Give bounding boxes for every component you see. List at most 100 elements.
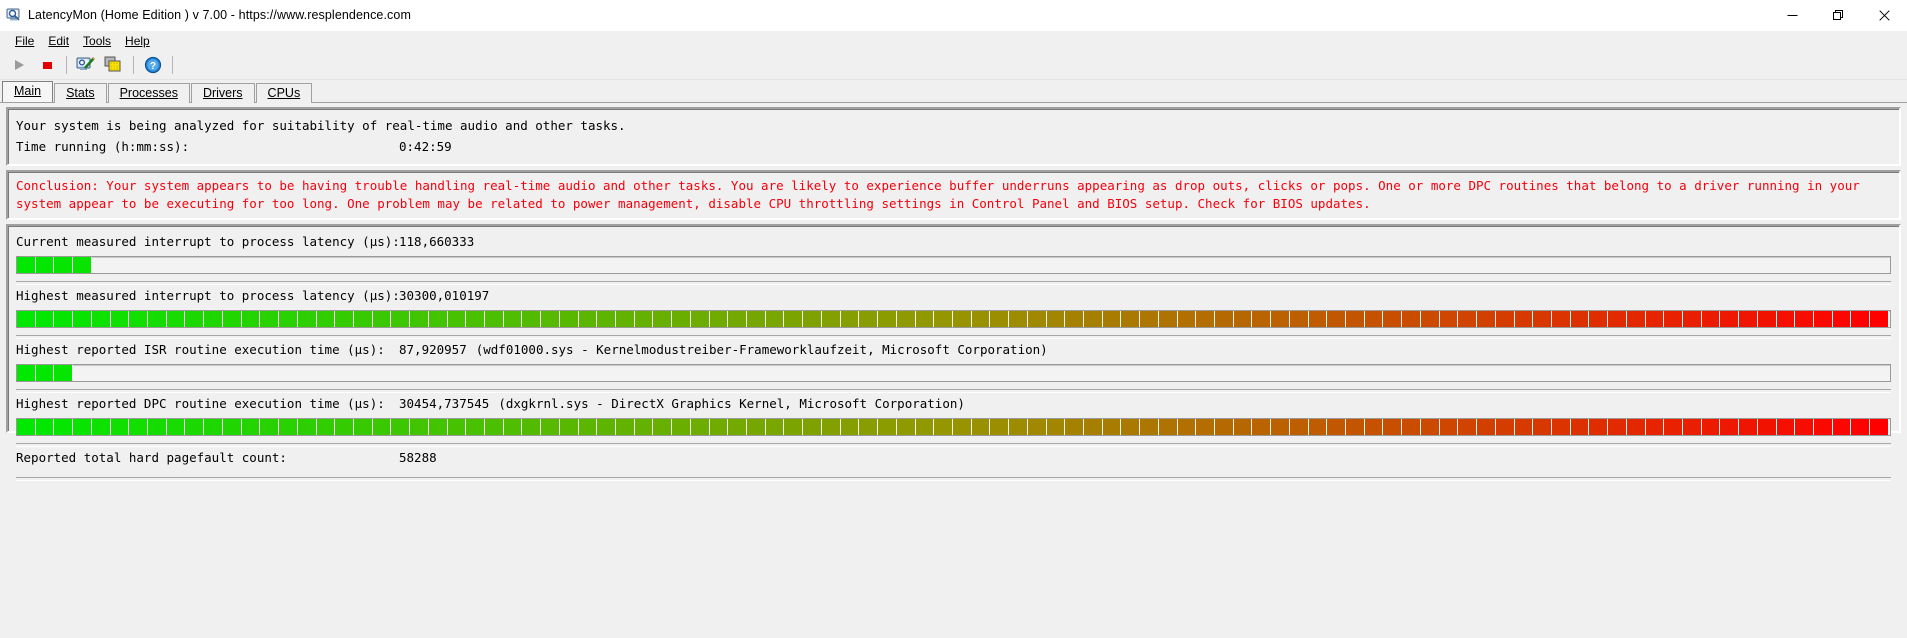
- bar-segment: [503, 311, 523, 327]
- metric-label: Highest reported DPC routine execution t…: [16, 396, 385, 411]
- conclusion-text: Conclusion: Your system appears to be ha…: [16, 178, 1868, 211]
- bar-segment: [990, 419, 1010, 435]
- tab-main-label: Main: [14, 84, 42, 98]
- bar-segment: [1458, 311, 1478, 327]
- bar-segment: [372, 311, 392, 327]
- metric-bar: [16, 364, 1891, 382]
- bar-segment: [990, 311, 1010, 327]
- bar-segment: [353, 419, 373, 435]
- bar-segment: [1140, 419, 1159, 435]
- toolbar-separator-2: [133, 56, 134, 74]
- bar-segment: [297, 419, 317, 435]
- metrics-panel: Current measured interrupt to process la…: [6, 224, 1901, 481]
- copy-button[interactable]: [101, 53, 127, 77]
- bar-segment: [1308, 311, 1328, 327]
- tab-cpus[interactable]: CPUs: [255, 83, 313, 103]
- bar-segment: [204, 419, 223, 435]
- menu-item-tools[interactable]: Tools: [76, 32, 118, 50]
- bar-segment: [1570, 311, 1590, 327]
- bar-segment: [709, 419, 729, 435]
- bar-segment: [1121, 311, 1141, 327]
- bar-segment: [616, 419, 635, 435]
- tab-stats[interactable]: Stats: [54, 83, 107, 103]
- bar-segment: [1215, 419, 1234, 435]
- toolbar-separator-1: [66, 56, 67, 74]
- bar-segment: [166, 311, 186, 327]
- bar-segment: [428, 311, 448, 327]
- bar-segment: [17, 311, 36, 327]
- bar-segment: [1177, 311, 1197, 327]
- bar-segment: [1327, 419, 1347, 435]
- menu-item-help[interactable]: Help: [118, 32, 157, 50]
- bar-segment: [541, 311, 560, 327]
- play-button[interactable]: [6, 53, 32, 77]
- bar-segment: [260, 311, 280, 327]
- time-running-label: Time running (h:mm:ss):: [16, 139, 190, 154]
- tab-processes[interactable]: Processes: [107, 83, 190, 103]
- bar-segment: [316, 311, 336, 327]
- bar-segment: [1682, 419, 1702, 435]
- help-button[interactable]: ?: [140, 53, 166, 77]
- bar-segment: [952, 311, 972, 327]
- bar-segment: [1083, 311, 1103, 327]
- bar-segment: [1158, 311, 1178, 327]
- restore-button[interactable]: [1815, 0, 1861, 30]
- metric-value: 30300,010197: [399, 288, 490, 303]
- bar-segment: [73, 257, 92, 273]
- metric-bar: [16, 310, 1891, 328]
- bar-segment: [672, 311, 691, 327]
- bar-segment: [1757, 311, 1777, 327]
- bar-segment: [1645, 311, 1665, 327]
- bar-segment: [148, 311, 167, 327]
- bar-segment: [54, 419, 74, 435]
- bar-segment: [765, 419, 785, 435]
- bar-segment: [578, 311, 598, 327]
- bar-segment: [54, 365, 74, 381]
- bar-segment: [1608, 311, 1627, 327]
- report-button[interactable]: [73, 53, 99, 77]
- bar-segment: [1252, 311, 1272, 327]
- tab-main[interactable]: Main: [2, 81, 54, 102]
- bar-segment: [54, 257, 74, 273]
- bar-segment: [1608, 419, 1627, 435]
- bar-segment: [784, 419, 804, 435]
- copy-icon: [104, 56, 121, 72]
- bar-segment: [653, 419, 673, 435]
- menu-item-edit[interactable]: Edit: [41, 32, 76, 50]
- bar-segment: [1215, 311, 1234, 327]
- time-running-value: 0:42:59: [399, 139, 452, 154]
- play-icon: [15, 60, 24, 70]
- bar-segment: [466, 311, 485, 327]
- bar-segment: [484, 419, 504, 435]
- bar-segment: [297, 311, 317, 327]
- bar-segment: [1589, 311, 1609, 327]
- bar-segment: [503, 419, 523, 435]
- metric-highest-dpc-routine-execution-time: Highest reported DPC routine execution t…: [16, 393, 1891, 447]
- report-icon: [76, 57, 95, 70]
- bar-segment: [110, 419, 130, 435]
- minimize-button[interactable]: [1769, 0, 1815, 30]
- menu-item-file[interactable]: File: [8, 32, 41, 50]
- tab-drivers[interactable]: Drivers: [190, 83, 255, 103]
- bar-segment: [54, 311, 74, 327]
- bar-segment: [35, 257, 55, 273]
- bar-segment: [73, 419, 92, 435]
- bar-segment: [466, 419, 485, 435]
- bar-segment: [1570, 419, 1590, 435]
- metric-bar: [16, 256, 1891, 274]
- stop-button[interactable]: [34, 53, 60, 77]
- bar-segment: [1289, 419, 1309, 435]
- bar-segment: [17, 365, 36, 381]
- bar-segment: [1720, 419, 1740, 435]
- bar-segment: [410, 419, 429, 435]
- bar-segment: [597, 419, 616, 435]
- bar-segment: [1177, 419, 1197, 435]
- close-button[interactable]: [1861, 0, 1907, 30]
- bar-segment: [260, 419, 280, 435]
- bar-segment: [1196, 419, 1215, 435]
- bar-segment: [353, 311, 373, 327]
- bar-segment: [1477, 419, 1496, 435]
- tab-cpus-label: CPUs: [267, 86, 301, 100]
- bar-segment: [1701, 419, 1721, 435]
- bar-segment: [784, 311, 804, 327]
